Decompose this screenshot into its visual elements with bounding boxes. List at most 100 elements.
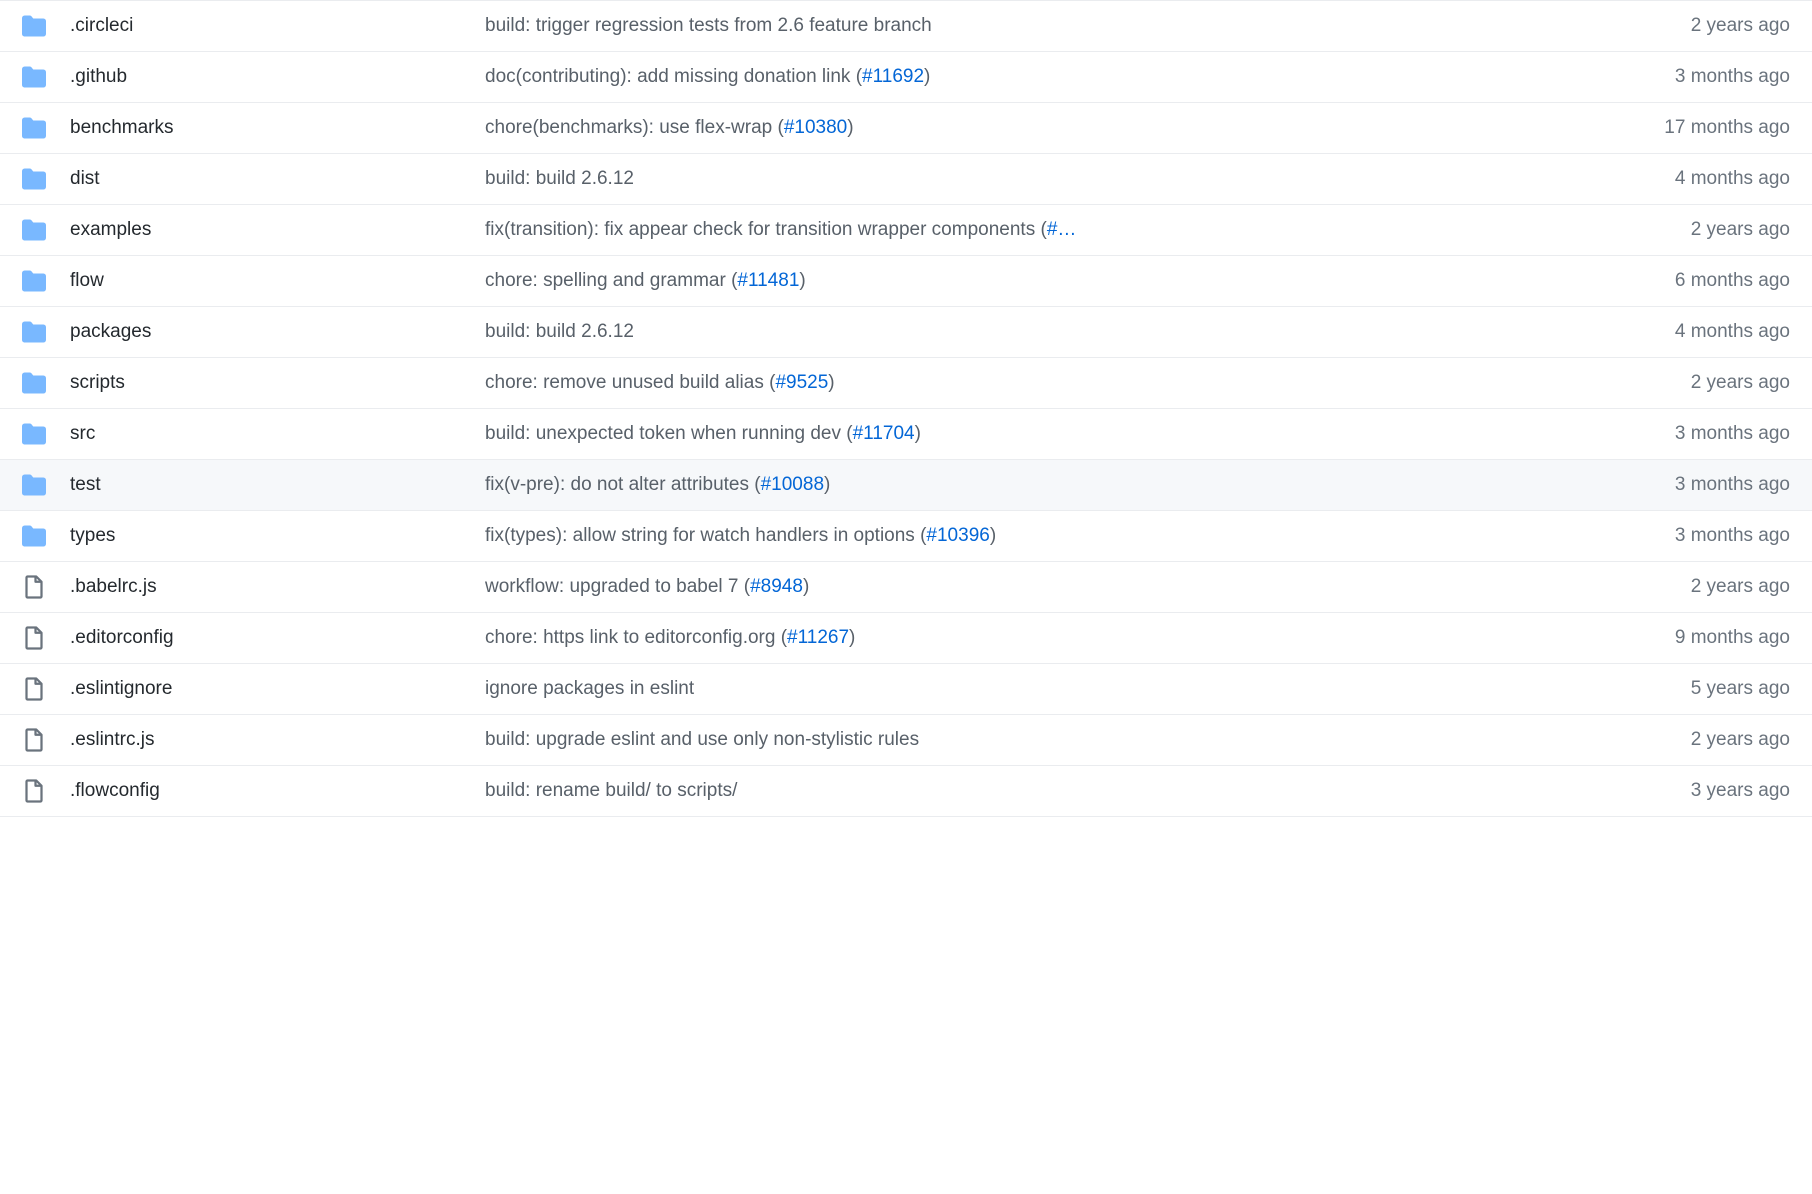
commit-text-suffix: ) bbox=[824, 474, 830, 495]
commit-text: build: rename build/ to scripts/ bbox=[485, 780, 737, 801]
file-name: test bbox=[70, 474, 485, 496]
file-name: types bbox=[70, 525, 485, 547]
commit-message-link[interactable]: fix(types): allow string for watch handl… bbox=[485, 525, 996, 546]
commit-message-link[interactable]: chore: spelling and grammar (#11481) bbox=[485, 270, 806, 291]
file-row: dist build: build 2.6.12 4 months ago bbox=[0, 154, 1812, 205]
issue-link[interactable]: #11692 bbox=[862, 66, 924, 87]
commit-text-suffix: ) bbox=[828, 372, 834, 393]
file-row: .babelrc.js workflow: upgraded to babel 7… bbox=[0, 562, 1812, 613]
commit-message: ignore packages in eslint bbox=[485, 678, 1610, 700]
commit-message-link[interactable]: chore(benchmarks): use flex-wrap (#10380… bbox=[485, 117, 854, 138]
file-name: .flowconfig bbox=[70, 780, 485, 802]
file-icon bbox=[22, 575, 70, 599]
file-row: types fix(types): allow string for watch … bbox=[0, 511, 1812, 562]
commit-text: fix(v-pre): do not alter attributes ( bbox=[485, 474, 761, 495]
commit-message: fix(types): allow string for watch handl… bbox=[485, 525, 1610, 547]
commit-message: workflow: upgraded to babel 7 (#8948) bbox=[485, 576, 1610, 598]
file-name-link[interactable]: .flowconfig bbox=[70, 780, 160, 801]
commit-text: build: upgrade eslint and use only non-s… bbox=[485, 729, 919, 750]
file-row: .eslintignore ignore packages in eslint 5 … bbox=[0, 664, 1812, 715]
commit-message: build: upgrade eslint and use only non-s… bbox=[485, 729, 1610, 751]
commit-message-link[interactable]: build: unexpected token when running dev… bbox=[485, 423, 921, 444]
file-name-link[interactable]: .github bbox=[70, 66, 127, 87]
file-name-link[interactable]: src bbox=[70, 423, 95, 444]
folder-icon bbox=[22, 269, 70, 293]
commit-age: 3 years ago bbox=[1610, 780, 1790, 802]
commit-age: 3 months ago bbox=[1610, 423, 1790, 445]
commit-age: 9 months ago bbox=[1610, 627, 1790, 649]
commit-text: build: unexpected token when running dev… bbox=[485, 423, 853, 444]
issue-link[interactable]: #11704 bbox=[853, 423, 915, 444]
commit-age: 2 years ago bbox=[1610, 15, 1790, 37]
commit-message-link[interactable]: fix(v-pre): do not alter attributes (#10… bbox=[485, 474, 830, 495]
commit-message-link[interactable]: doc(contributing): add missing donation … bbox=[485, 66, 930, 87]
file-name-link[interactable]: types bbox=[70, 525, 115, 546]
commit-message: fix(transition): fix appear check for tr… bbox=[485, 219, 1610, 241]
file-name-link[interactable]: dist bbox=[70, 168, 100, 189]
folder-icon bbox=[22, 422, 70, 446]
commit-message: chore: remove unused build alias (#9525) bbox=[485, 372, 1610, 394]
commit-message-link[interactable]: workflow: upgraded to babel 7 (#8948) bbox=[485, 576, 809, 597]
commit-message-link[interactable]: chore: https link to editorconfig.org (#… bbox=[485, 627, 855, 648]
issue-link[interactable]: #9525 bbox=[775, 372, 828, 393]
commit-message: chore: https link to editorconfig.org (#… bbox=[485, 627, 1610, 649]
file-name-link[interactable]: benchmarks bbox=[70, 117, 174, 138]
commit-text-suffix: ) bbox=[849, 627, 855, 648]
commit-text: chore: remove unused build alias ( bbox=[485, 372, 775, 393]
commit-age: 4 months ago bbox=[1610, 321, 1790, 343]
folder-icon bbox=[22, 14, 70, 38]
folder-icon bbox=[22, 473, 70, 497]
file-name-link[interactable]: packages bbox=[70, 321, 151, 342]
file-name: flow bbox=[70, 270, 485, 292]
file-name-link[interactable]: test bbox=[70, 474, 101, 495]
commit-text: chore: spelling and grammar ( bbox=[485, 270, 737, 291]
file-list: .circleci build: trigger regression tests… bbox=[0, 0, 1812, 817]
file-name-link[interactable]: .circleci bbox=[70, 15, 133, 36]
issue-link[interactable]: #8948 bbox=[750, 576, 803, 597]
file-icon bbox=[22, 779, 70, 803]
file-name: scripts bbox=[70, 372, 485, 394]
commit-text-suffix: ) bbox=[799, 270, 805, 291]
file-name: packages bbox=[70, 321, 485, 343]
commit-message-link[interactable]: fix(transition): fix appear check for tr… bbox=[485, 219, 1076, 240]
file-name-link[interactable]: .eslintignore bbox=[70, 678, 172, 699]
commit-message-link[interactable]: ignore packages in eslint bbox=[485, 678, 694, 699]
commit-message: doc(contributing): add missing donation … bbox=[485, 66, 1610, 88]
file-name-link[interactable]: .babelrc.js bbox=[70, 576, 157, 597]
commit-message-link[interactable]: build: upgrade eslint and use only non-s… bbox=[485, 729, 919, 750]
issue-link[interactable]: #11481 bbox=[737, 270, 799, 291]
issue-link[interactable]: #… bbox=[1047, 219, 1077, 240]
issue-link[interactable]: #10396 bbox=[926, 525, 989, 546]
issue-link[interactable]: #11267 bbox=[787, 627, 849, 648]
file-name-link[interactable]: examples bbox=[70, 219, 151, 240]
commit-message: fix(v-pre): do not alter attributes (#10… bbox=[485, 474, 1610, 496]
file-name-link[interactable]: .eslintrc.js bbox=[70, 729, 154, 750]
file-name: benchmarks bbox=[70, 117, 485, 139]
file-row: .circleci build: trigger regression tests… bbox=[0, 1, 1812, 52]
file-icon bbox=[22, 728, 70, 752]
commit-text: build: build 2.6.12 bbox=[485, 321, 634, 342]
file-name: .eslintrc.js bbox=[70, 729, 485, 751]
commit-message-link[interactable]: build: rename build/ to scripts/ bbox=[485, 780, 737, 801]
commit-text: doc(contributing): add missing donation … bbox=[485, 66, 862, 87]
commit-message-link[interactable]: build: build 2.6.12 bbox=[485, 168, 634, 189]
file-row: .flowconfig build: rename build/ to scrip… bbox=[0, 766, 1812, 817]
commit-message: chore(benchmarks): use flex-wrap (#10380… bbox=[485, 117, 1610, 139]
commit-text: workflow: upgraded to babel 7 ( bbox=[485, 576, 750, 597]
commit-age: 5 years ago bbox=[1610, 678, 1790, 700]
issue-link[interactable]: #10380 bbox=[784, 117, 847, 138]
commit-message-link[interactable]: chore: remove unused build alias (#9525) bbox=[485, 372, 835, 393]
file-row: test fix(v-pre): do not alter attributes … bbox=[0, 460, 1812, 511]
commit-text: fix(transition): fix appear check for tr… bbox=[485, 219, 1047, 240]
file-name-link[interactable]: .editorconfig bbox=[70, 627, 174, 648]
commit-age: 4 months ago bbox=[1610, 168, 1790, 190]
commit-message: build: build 2.6.12 bbox=[485, 321, 1610, 343]
commit-message: build: trigger regression tests from 2.6… bbox=[485, 15, 1610, 37]
issue-link[interactable]: #10088 bbox=[761, 474, 824, 495]
file-name-link[interactable]: flow bbox=[70, 270, 104, 291]
file-name-link[interactable]: scripts bbox=[70, 372, 125, 393]
commit-age: 3 months ago bbox=[1610, 525, 1790, 547]
commit-message-link[interactable]: build: trigger regression tests from 2.6… bbox=[485, 15, 932, 36]
commit-text: fix(types): allow string for watch handl… bbox=[485, 525, 926, 546]
commit-message-link[interactable]: build: build 2.6.12 bbox=[485, 321, 634, 342]
